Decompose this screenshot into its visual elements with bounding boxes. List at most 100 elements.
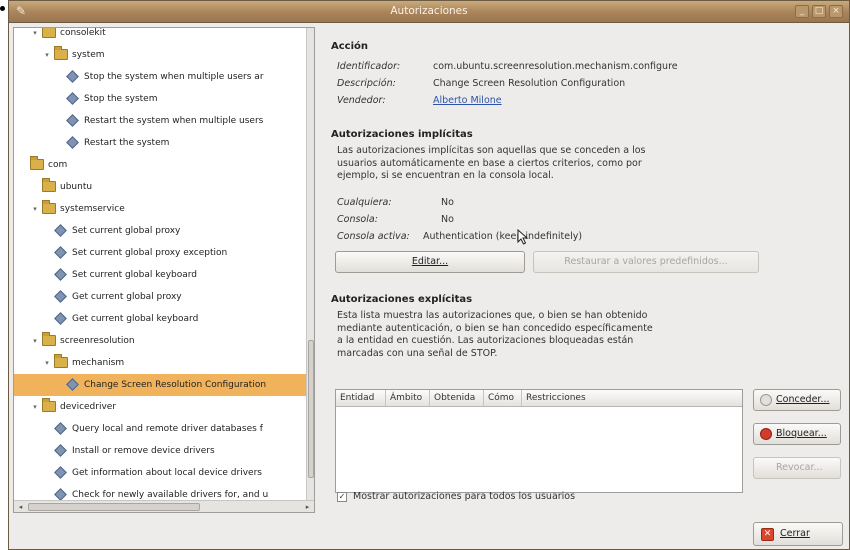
minimize-button[interactable]: _: [795, 5, 809, 18]
table-header: Entidad Ámbito Obtenida Cómo Restriccion…: [336, 390, 742, 407]
expander-icon[interactable]: ▾: [42, 352, 52, 374]
identifier-value: com.ubuntu.screenresolution.mechanism.co…: [433, 61, 678, 72]
tree-row-label: Get information about local device drive…: [72, 468, 262, 478]
tree-row-label: Query local and remote driver databases …: [72, 424, 263, 434]
tree-row-label: devicedriver: [60, 402, 117, 412]
tree-action-row[interactable]: Get information about local device drive…: [14, 462, 306, 484]
tree-row-label: Restart the system when multiple users: [84, 116, 264, 126]
tree-folder-row[interactable]: ▾ screenresolution: [14, 330, 306, 352]
expander-icon[interactable]: ▾: [42, 44, 52, 66]
tree-action-row[interactable]: Set current global proxy: [14, 220, 306, 242]
tree-folder-row[interactable]: ▾ system: [14, 44, 306, 66]
restore-defaults-button[interactable]: Restaurar a valores predefinidos...: [533, 251, 759, 273]
revoke-button-label: Revocar...: [776, 462, 823, 473]
tree-row-label: Get current global proxy: [72, 292, 182, 302]
active-console-label: Consola activa:: [337, 231, 410, 242]
edit-button-label: Editar...: [411, 256, 449, 267]
tree-row-label: screenresolution: [60, 336, 135, 346]
tree-row-label: com: [48, 160, 68, 170]
stop-icon: [760, 428, 772, 440]
block-button-label: Bloquear...: [776, 428, 827, 439]
action-icon: [54, 422, 67, 435]
expander-icon[interactable]: ▾: [30, 396, 40, 418]
folder-icon: [42, 332, 56, 346]
tree-folder-row[interactable]: ▾ mechanism: [14, 352, 306, 374]
identifier-label: Identificador:: [337, 61, 401, 72]
tree-horizontal-scroll-thumb[interactable]: [28, 503, 200, 511]
maximize-button[interactable]: □: [812, 5, 826, 18]
tree-vertical-scrollbar[interactable]: [306, 28, 314, 500]
page-bullet: [0, 6, 5, 11]
tree-action-row[interactable]: Get current global keyboard: [14, 308, 306, 330]
column-obtained[interactable]: Obtenida: [430, 390, 484, 406]
column-scope[interactable]: Ámbito: [386, 390, 430, 406]
tree-row-label: Set current global keyboard: [72, 270, 198, 280]
tree-action-row[interactable]: Set current global proxy exception: [14, 242, 306, 264]
tree-row-label: Set current global proxy: [72, 226, 181, 236]
active-console-value: Authentication (keep indefinitely): [423, 231, 583, 242]
tree-vertical-scroll-thumb[interactable]: [308, 340, 314, 478]
action-icon: [66, 70, 79, 83]
grant-button-label: Conceder...: [776, 394, 830, 405]
expander-icon[interactable]: ▾: [30, 330, 40, 352]
tree-folder-row[interactable]: ▾ consolekit: [14, 28, 306, 44]
edit-button[interactable]: Editar...: [335, 251, 525, 273]
tree-row-label: Stop the system when multiple users ar: [84, 72, 264, 82]
tree-folder-row[interactable]: ubuntu: [14, 176, 306, 198]
scroll-left-arrow-icon[interactable]: ◂: [15, 502, 26, 512]
expander-icon[interactable]: ▾: [30, 28, 40, 44]
tree-row-label: Stop the system: [84, 94, 158, 104]
vendor-link[interactable]: Alberto Milone: [433, 95, 502, 106]
actions-tree[interactable]: ▾ consolekit ▾ system Stop the system when m…: [14, 28, 306, 500]
tree-action-row[interactable]: Set current global keyboard: [14, 264, 306, 286]
tree-row-label: consolekit: [60, 28, 106, 38]
column-how[interactable]: Cómo: [484, 390, 522, 406]
close-x-icon: ✕: [761, 528, 774, 541]
tree-folder-row[interactable]: com: [14, 154, 306, 176]
scroll-right-arrow-icon[interactable]: ▸: [302, 502, 313, 512]
tree-row-label: Restart the system: [84, 138, 170, 148]
tree-row-label: Set current global proxy exception: [72, 248, 228, 258]
action-icon: [66, 92, 79, 105]
tree-action-row[interactable]: Stop the system when multiple users ar: [14, 66, 306, 88]
folder-icon: [42, 178, 56, 192]
tree-row-label: mechanism: [72, 358, 125, 368]
tree-horizontal-scrollbar[interactable]: ◂ ▸: [14, 500, 314, 512]
tree-action-row[interactable]: Stop the system: [14, 88, 306, 110]
tree-action-row[interactable]: Restart the system: [14, 132, 306, 154]
show-all-users-checkbox[interactable]: ✓: [337, 492, 347, 502]
close-window-button[interactable]: ×: [829, 5, 843, 18]
tree-action-row[interactable]: Install or remove device drivers: [14, 440, 306, 462]
details-panel: Acción Identificador: com.ubuntu.screenr…: [329, 27, 847, 547]
folder-icon: [42, 28, 56, 38]
folder-icon: [54, 354, 68, 368]
tree-row-label: Install or remove device drivers: [72, 446, 215, 456]
explicit-authorizations-table[interactable]: Entidad Ámbito Obtenida Cómo Restriccion…: [335, 389, 743, 493]
tree-action-row[interactable]: Change Screen Resolution Configuration: [14, 374, 306, 396]
action-icon: [54, 312, 67, 325]
action-icon: [66, 136, 79, 149]
description-label: Descripción:: [337, 78, 396, 89]
tree-row-label: system: [72, 50, 105, 60]
tree-action-row[interactable]: Query local and remote driver databases …: [14, 418, 306, 440]
tree-folder-row[interactable]: ▾ devicedriver: [14, 396, 306, 418]
actions-tree-panel: ▾ consolekit ▾ system Stop the system when m…: [13, 27, 315, 513]
title-bar[interactable]: ✎ Autorizaciones _ □ ×: [9, 1, 849, 23]
tree-folder-row[interactable]: ▾ systemservice: [14, 198, 306, 220]
tree-row-label: Check for newly available drivers for, a…: [72, 490, 269, 500]
restore-defaults-label: Restaurar a valores predefinidos...: [564, 256, 728, 267]
close-button[interactable]: ✕ Cerrar: [753, 522, 843, 546]
block-button[interactable]: Bloquear...: [753, 423, 841, 445]
revoke-button[interactable]: Revocar...: [753, 457, 841, 479]
grant-button[interactable]: Conceder...: [753, 389, 841, 411]
console-label: Consola:: [337, 214, 378, 225]
show-all-users-label[interactable]: Mostrar autorizaciones para todos los us…: [353, 491, 575, 502]
tree-action-row[interactable]: Restart the system when multiple users: [14, 110, 306, 132]
expander-icon[interactable]: ▾: [30, 198, 40, 220]
tree-action-row[interactable]: Get current global proxy: [14, 286, 306, 308]
column-entity[interactable]: Entidad: [336, 390, 386, 406]
tree-action-row[interactable]: Check for newly available drivers for, a…: [14, 484, 306, 500]
action-icon: [66, 114, 79, 127]
tree-row-label: systemservice: [60, 204, 125, 214]
column-restrictions[interactable]: Restricciones: [522, 390, 743, 406]
